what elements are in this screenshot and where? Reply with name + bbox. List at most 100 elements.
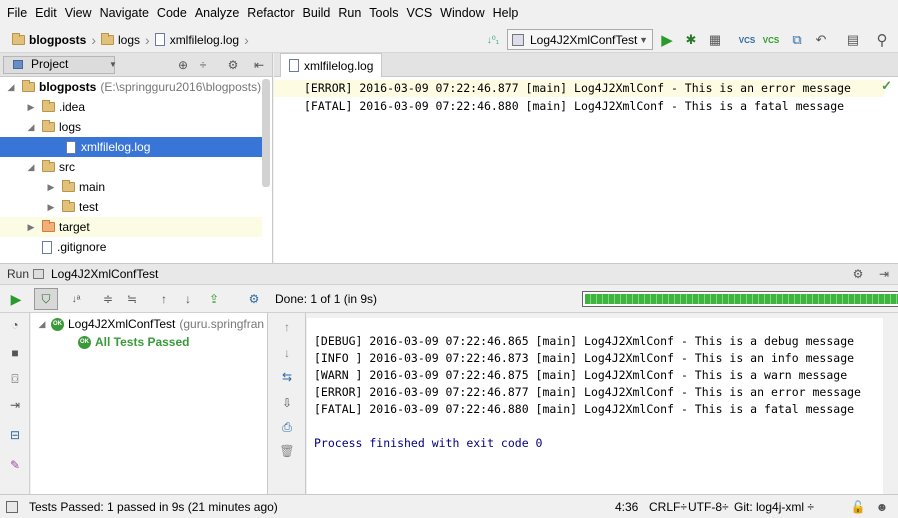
tree-item-idea[interactable]: ▶ .idea (0, 97, 262, 117)
breadcrumb-file[interactable]: xmlfilelog.log (170, 33, 239, 47)
editor-tabs: xmlfilelog.log (274, 53, 898, 77)
breadcrumb-folder[interactable]: logs (118, 33, 140, 47)
menu-tools[interactable]: Tools (365, 6, 402, 20)
test-config-icon (512, 33, 524, 46)
menu-view[interactable]: View (61, 6, 96, 20)
scroll-to-end-icon[interactable]: ⇩ (279, 395, 295, 411)
exit-icon[interactable]: ⇥ (7, 397, 23, 413)
run-toolbar: ▶ ⛉ ↓ᵃ ≑ ≒ ↑ ↓ ⇪ ⚙ Done: 1 of 1 (in 9s) (0, 285, 898, 313)
tree-item-test[interactable]: ▶ test (0, 197, 262, 217)
tree-item-src[interactable]: ◢ src (0, 157, 262, 177)
menu-edit[interactable]: Edit (31, 6, 61, 20)
coverage-icon[interactable]: ▦ (706, 31, 724, 49)
tree-item-main[interactable]: ▶ main (0, 177, 262, 197)
export-icon[interactable]: ⇪ (206, 291, 222, 307)
gear-icon[interactable]: ⚙ (850, 266, 866, 282)
tests-passed-label: All Tests Passed (95, 335, 190, 349)
console-output[interactable]: [DEBUG] 2016-03-09 07:22:46.865 [main] L… (307, 318, 883, 494)
file-icon (154, 33, 165, 46)
tree-root[interactable]: ◢ blogposts (E:\springguru2016\blogposts… (0, 77, 262, 97)
search-icon[interactable]: ⚲ (873, 31, 891, 49)
hide-panel-icon[interactable]: ⇥ (876, 266, 892, 282)
settings-icon[interactable]: ⚙ (246, 291, 262, 307)
inspector-icon[interactable]: ☻ (874, 499, 890, 515)
trash-icon[interactable]: 🗑 (279, 443, 295, 459)
line-separator[interactable]: CRLF÷ (649, 495, 687, 518)
stop-icon[interactable]: ■ (7, 345, 23, 361)
run-tab-label[interactable]: Log4J2XmlConfTest (51, 267, 158, 281)
vcs-commit-icon[interactable]: VCS (762, 31, 780, 49)
layout-icon[interactable]: ⊟ (7, 427, 23, 443)
tree-item-target[interactable]: ▶ target (0, 217, 262, 237)
revert-icon[interactable]: ↶ (812, 31, 830, 49)
expand-all-icon[interactable]: ≑ (100, 291, 116, 307)
test-config-icon (33, 269, 44, 279)
test-root-package: (guru.springfran (179, 317, 265, 331)
run-icon[interactable]: ▶ (658, 31, 676, 49)
rerun-icon[interactable]: ▶ (8, 291, 24, 307)
sort-alpha-icon[interactable]: ↓ᵃ (68, 291, 84, 307)
status-message[interactable]: Tests Passed: 1 passed in 9s (21 minutes… (29, 495, 278, 518)
collapse-arrow-icon: ▶ (47, 181, 55, 192)
camera-icon[interactable]: ⌼ (7, 371, 23, 387)
pin-icon[interactable]: ◔ (7, 317, 23, 333)
test-summary-row[interactable]: OK All Tests Passed (78, 335, 190, 349)
editor-pane[interactable]: [ERROR] 2016-03-09 07:22:46.877 [main] L… (274, 77, 898, 263)
menu-build[interactable]: Build (299, 6, 335, 20)
test-results-tree: ◢ OK Log4J2XmlConfTest (guru.springfran … (31, 313, 268, 494)
tree-item-gitignore[interactable]: .gitignore (0, 237, 262, 257)
down-arrow-icon[interactable]: ↓ (279, 345, 295, 361)
print-icon[interactable]: ⎙ (279, 419, 295, 435)
project-scrollbar[interactable] (262, 79, 270, 187)
compare-icon[interactable]: ⧉ (788, 31, 806, 49)
collapse-all-icon[interactable]: ÷ (195, 57, 211, 73)
previous-icon[interactable]: ↑ (156, 291, 172, 307)
lock-icon[interactable]: 🔓 (850, 499, 866, 515)
menu-help[interactable]: Help (489, 6, 523, 20)
tree-item-label: main (79, 180, 106, 194)
file-encoding[interactable]: UTF-8÷ (688, 495, 729, 518)
menu-window[interactable]: Window (436, 6, 488, 20)
editor-tab-xmlfilelog[interactable]: xmlfilelog.log (280, 53, 383, 77)
menu-navigate[interactable]: Navigate (96, 6, 153, 20)
gear-icon[interactable]: ⚙ (225, 57, 241, 73)
tree-root-path: (E:\springguru2016\blogposts) (100, 80, 262, 94)
next-icon[interactable]: ↓ (180, 291, 196, 307)
test-progress-bar (582, 291, 898, 307)
tool-window-toggle-icon[interactable] (6, 501, 18, 513)
console-line: [FATAL] 2016-03-09 07:22:46.880 [main] L… (314, 402, 855, 416)
hide-panel-icon[interactable]: ⇤ (251, 57, 267, 73)
run-config-select[interactable]: Log4J2XmlConfTest ▼ (507, 29, 653, 50)
git-branch[interactable]: Git: log4j-xml ÷ (734, 495, 814, 518)
collapse-arrow-icon: ▶ (27, 101, 35, 112)
soft-wrap-icon[interactable]: ⇆ (279, 369, 295, 385)
breadcrumb-project[interactable]: blogposts (29, 33, 86, 47)
log-file-icon (289, 59, 299, 72)
menu-refactor[interactable]: Refactor (243, 6, 298, 20)
sort-icon[interactable]: ↓⁰₁ (484, 31, 502, 49)
project-panel-header: Project ▼ ⊕ ÷ ⚙ ⇤ (0, 53, 273, 77)
ok-badge: OK (51, 317, 64, 331)
menu-vcs[interactable]: VCS (402, 6, 436, 20)
menu-file[interactable]: File (3, 6, 31, 20)
tree-item-label: .gitignore (57, 240, 107, 254)
menu-analyze[interactable]: Analyze (191, 6, 243, 20)
tree-item-xmlfilelog-selected[interactable]: xmlfilelog.log (0, 137, 262, 157)
sync-icon[interactable]: ⊕ (175, 57, 191, 73)
console-exit-line: Process finished with exit code 0 (314, 436, 543, 450)
run-config-label: Log4J2XmlConfTest (530, 32, 638, 47)
up-arrow-icon[interactable]: ↑ (279, 319, 295, 335)
test-root-row[interactable]: ◢ OK Log4J2XmlConfTest (guru.springfran (37, 317, 265, 331)
menu-run[interactable]: Run (334, 6, 365, 20)
project-tree: ◢ blogposts (E:\springguru2016\blogposts… (0, 77, 273, 263)
pin-tab-icon[interactable]: ✎ (7, 457, 23, 473)
project-structure-icon[interactable]: ▤ (844, 31, 862, 49)
collapse-all-icon[interactable]: ≒ (124, 291, 140, 307)
test-status: Done: 1 of 1 (in 9s) (275, 292, 378, 306)
debug-icon[interactable]: ✱ (682, 31, 700, 49)
menu-code[interactable]: Code (153, 6, 191, 20)
tree-item-logs[interactable]: ◢ logs (0, 117, 262, 137)
caret-position[interactable]: 4:36 (615, 495, 638, 518)
vcs-update-icon[interactable]: VCS (738, 31, 756, 49)
console-line: [ERROR] 2016-03-09 07:22:46.877 [main] L… (314, 385, 861, 399)
